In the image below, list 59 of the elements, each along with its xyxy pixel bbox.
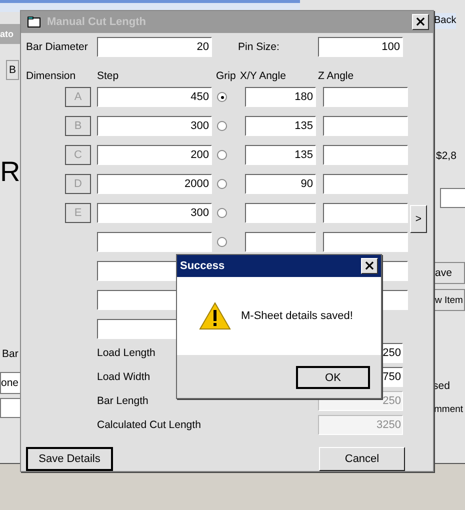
grip-radio[interactable] [217,208,227,218]
field-label: Bar Diameter [26,41,89,53]
field-label: Bar [2,348,18,360]
window-title: Success [180,260,226,272]
field-label: mment [434,404,464,415]
column-header: Dimension [26,70,77,82]
input-field[interactable] [323,116,408,136]
field-label: Bar Length [96,395,150,407]
input-field[interactable]: 20 [97,37,212,57]
column-header: Step [97,70,120,82]
input-field[interactable] [97,232,212,252]
large-letter: R [0,155,20,189]
grip-radio[interactable] [217,150,227,160]
grip-radio[interactable] [217,237,227,247]
input-field[interactable]: 300 [97,203,212,223]
new-item-button[interactable]: w Item [433,289,465,311]
input-field[interactable]: 90 [245,174,316,194]
input-field[interactable]: 135 [245,145,316,165]
input-field[interactable]: 180 [245,87,316,107]
ok-button[interactable]: OK [296,366,370,389]
toolbar-button[interactable]: B [6,60,19,80]
warning-icon [199,302,231,330]
next-button[interactable]: > [410,205,427,233]
input-field[interactable]: 200 [97,145,212,165]
grip-radio[interactable] [217,92,227,102]
input-field[interactable] [323,203,408,223]
field-label: Load Width [96,371,152,383]
input-field[interactable]: 300 [97,116,212,136]
dropdown-field[interactable]: one [0,372,22,394]
input-field[interactable] [245,232,316,252]
close-button[interactable]: × [361,258,378,274]
input-field[interactable]: 135 [245,116,316,136]
input-field[interactable] [323,145,408,165]
save-details-button[interactable]: Save Details [26,447,113,471]
close-button[interactable]: × [412,14,429,30]
input-field[interactable] [440,188,465,208]
input-field[interactable]: 450 [97,87,212,107]
field-label: Calculated Cut Length [96,419,202,431]
column-header: X/Y Angle [240,70,287,82]
column-header: Z Angle [318,70,355,82]
field-label: Load Length [96,347,156,359]
input-field[interactable] [0,398,22,418]
grip-radio[interactable] [217,179,227,189]
input-field[interactable]: 2000 [97,174,212,194]
table-cell: Back [434,13,456,29]
window-icon [27,16,41,28]
column-header: Grip [215,70,237,82]
input-field[interactable]: 100 [318,37,403,57]
field-label: Pin Size: [237,41,280,53]
grip-radio[interactable] [217,121,227,131]
panel-title: ato [0,24,20,44]
input-field[interactable] [323,87,408,107]
cancel-button[interactable]: Cancel [319,447,405,471]
price-text: $2,8 [436,150,456,162]
input-field[interactable] [323,174,408,194]
message-text: M-Sheet details saved! [241,310,353,322]
save-button[interactable]: ave [433,262,465,284]
input-field[interactable] [245,203,316,223]
input-field[interactable] [323,232,408,252]
